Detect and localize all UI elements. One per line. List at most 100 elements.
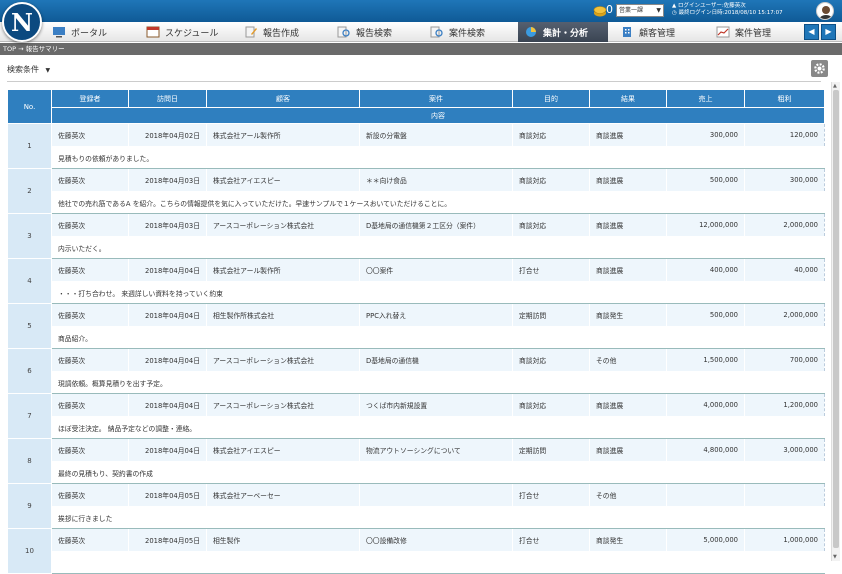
scroll-thumb[interactable] bbox=[833, 90, 839, 548]
cell-result: 商談発生 bbox=[589, 528, 667, 552]
col-header-content: 内容 bbox=[51, 107, 825, 124]
table-body: 1 佐藤英次 2018年04月02日 株式会社アール製作所 新設の分電盤 商談対応 商談進展… bbox=[7, 123, 825, 574]
cell-visit-date: 2018年04月05日 bbox=[128, 528, 207, 552]
cell-content: 内示いただく。 bbox=[51, 236, 825, 259]
nav-item-customer[interactable]: 顧客管理 bbox=[620, 22, 708, 42]
table-row-content[interactable]: 見積もりの依頼がありました。 bbox=[8, 146, 825, 169]
col-header-sales[interactable]: 売上 bbox=[666, 89, 745, 108]
cell-customer: 株式会社アイエスピー bbox=[206, 438, 360, 462]
table-row-content[interactable]: 挨拶に行きました bbox=[8, 506, 825, 529]
user-info: ▲ ログインユーザー:佐藤英次 ◷ 最終ログイン日時:2018/08/10 15… bbox=[672, 3, 783, 17]
cell-sales: 300,000 bbox=[666, 123, 745, 147]
avatar-icon bbox=[819, 6, 833, 19]
nav-next-button[interactable]: ▶ bbox=[821, 24, 836, 40]
cell-sales: 4,000,000 bbox=[666, 393, 745, 417]
nav-item-report-create[interactable]: 報告作成 bbox=[244, 22, 329, 42]
col-header-customer[interactable]: 顧客 bbox=[206, 89, 360, 108]
nav-label: 案件管理 bbox=[735, 28, 772, 39]
role-select[interactable]: 営業一課 ▼ bbox=[616, 4, 664, 17]
cell-customer: アースコーポレーション株式会社 bbox=[206, 348, 360, 372]
login-user: ログインユーザー:佐藤英次 bbox=[677, 3, 746, 9]
report-summary-table-wrap: No. 登録者 訪問日 顧客 案件 目的 結果 売上 粗利 内容 1 佐藤英次 20… bbox=[7, 89, 825, 574]
monitor-icon bbox=[53, 27, 65, 38]
nav-item-analytics[interactable]: 集計・分析 bbox=[518, 22, 608, 42]
cell-row-number: 1 bbox=[7, 123, 52, 169]
table-row-content[interactable]: 商品紹介。 bbox=[8, 326, 825, 349]
cell-profit: 40,000 bbox=[744, 258, 825, 282]
nav-prev-button[interactable]: ◀ bbox=[804, 24, 819, 40]
col-header-registrant[interactable]: 登録者 bbox=[51, 89, 129, 108]
table-row[interactable]: 8 佐藤英次 2018年04月04日 株式会社アイエスピー 物流アウトソーシングについて… bbox=[7, 438, 825, 484]
scroll-up-icon: ▲ bbox=[833, 83, 837, 89]
scroll-down-icon: ▼ bbox=[833, 554, 837, 560]
pie-chart-icon bbox=[526, 27, 536, 37]
cell-registrant: 佐藤英次 bbox=[51, 168, 129, 192]
nav-item-project-search[interactable]: 案件検索 bbox=[430, 22, 518, 42]
search-conditions-toggle[interactable]: 検索条件 ▼ bbox=[7, 64, 50, 75]
cell-result: 商談発生 bbox=[589, 303, 667, 327]
cell-visit-date: 2018年04月04日 bbox=[128, 438, 207, 462]
col-header-result[interactable]: 結果 bbox=[589, 89, 667, 108]
cell-row-number: 4 bbox=[7, 258, 52, 304]
nav-item-portal[interactable]: ポータル bbox=[52, 22, 140, 42]
col-header-purpose[interactable]: 目的 bbox=[512, 89, 590, 108]
breadcrumb: TOP → 報告サマリー bbox=[0, 43, 842, 55]
cell-profit: 700,000 bbox=[744, 348, 825, 372]
cell-result: 商談進展 bbox=[589, 258, 667, 282]
nav-label: 報告作成 bbox=[263, 28, 300, 39]
col-header-visit-date[interactable]: 訪問日 bbox=[128, 89, 207, 108]
settings-button[interactable] bbox=[811, 60, 828, 77]
divider bbox=[7, 81, 821, 82]
col-header-profit[interactable]: 粗利 bbox=[744, 89, 825, 108]
cell-project: D基地局の通信機第２工区分（案件） bbox=[359, 213, 513, 237]
col-header-project[interactable]: 案件 bbox=[359, 89, 513, 108]
table-row[interactable]: 1 佐藤英次 2018年04月02日 株式会社アール製作所 新設の分電盤 商談対応 商談進展… bbox=[7, 123, 825, 169]
table-row[interactable]: 2 佐藤英次 2018年04月03日 株式会社アイエスピー ＊＊向け食品 商談対応 商談進展… bbox=[7, 168, 825, 214]
table-row[interactable]: 9 佐藤英次 2018年04月05日 株式会社アーベーセー 打合せ その他 bbox=[7, 483, 825, 529]
table-row-content[interactable]: 最終の見積もり、契約書の作成 bbox=[8, 461, 825, 484]
table-row[interactable]: 3 佐藤英次 2018年04月03日 アースコーポレーション株式会社 D基地局の通信機第… bbox=[7, 213, 825, 259]
table-row[interactable]: 4 佐藤英次 2018年04月04日 株式会社アール製作所 〇〇案件 打合せ 商談進展 400… bbox=[7, 258, 825, 304]
nav-item-report-search[interactable]: 報告検索 bbox=[337, 22, 422, 42]
table-row-content[interactable] bbox=[8, 551, 825, 574]
calendar-icon bbox=[146, 26, 160, 38]
table-row-content[interactable]: ほぼ受注決定。 納品予定などの調整・連絡。 bbox=[8, 416, 825, 439]
table-row[interactable]: 10 佐藤英次 2018年04月05日 相生製作 〇〇設備改修 打合せ 商談発生 5,000,… bbox=[7, 528, 825, 574]
avatar[interactable] bbox=[816, 2, 834, 20]
table-row-content[interactable]: 内示いただく。 bbox=[8, 236, 825, 259]
cell-result: 商談進展 bbox=[589, 168, 667, 192]
vertical-scrollbar[interactable]: ▲ ▼ bbox=[831, 82, 840, 561]
nav-label: 案件検索 bbox=[449, 28, 486, 39]
cell-customer: 相生製作 bbox=[206, 528, 360, 552]
cell-content: ・・・打ち合わせ。 来週詳しい資料を持っていく約束 bbox=[51, 281, 825, 304]
cell-purpose: 定期訪問 bbox=[512, 438, 590, 462]
table-row[interactable]: 5 佐藤英次 2018年04月04日 相生製作所株式会社 PPC入れ替え 定期訪問 商談発生… bbox=[7, 303, 825, 349]
cell-content: 挨拶に行きました bbox=[51, 506, 825, 529]
cell-visit-date: 2018年04月04日 bbox=[128, 303, 207, 327]
cell-result: 商談進展 bbox=[589, 438, 667, 462]
nav-item-project-manage[interactable]: 案件管理 bbox=[716, 22, 802, 42]
table-row[interactable]: 7 佐藤英次 2018年04月04日 アースコーポレーション株式会社 つくば市内新規設置… bbox=[7, 393, 825, 439]
cell-visit-date: 2018年04月05日 bbox=[128, 483, 207, 507]
cell-visit-date: 2018年04月03日 bbox=[128, 213, 207, 237]
cell-profit: 2,000,000 bbox=[744, 213, 825, 237]
cell-purpose: 商談対応 bbox=[512, 348, 590, 372]
cell-sales: 500,000 bbox=[666, 168, 745, 192]
table-row[interactable]: 6 佐藤英次 2018年04月04日 アースコーポレーション株式会社 D基地局の通信機商… bbox=[7, 348, 825, 394]
table-row-content[interactable]: 現調依頼。概算見積りを出す予定。 bbox=[8, 371, 825, 394]
building-icon bbox=[623, 27, 631, 37]
table-row-content[interactable]: ・・・打ち合わせ。 来週詳しい資料を持っていく約束 bbox=[8, 281, 825, 304]
last-login: 最終ログイン日時:2018/08/10 15:17:07 bbox=[678, 10, 783, 16]
cell-content: 見積もりの依頼がありました。 bbox=[51, 146, 825, 169]
cell-visit-date: 2018年04月03日 bbox=[128, 168, 207, 192]
user-icon: ▲ bbox=[672, 3, 677, 9]
cell-result: 商談進展 bbox=[589, 213, 667, 237]
report-summary-table: No. 登録者 訪問日 顧客 案件 目的 結果 売上 粗利 内容 1 佐藤英次 20… bbox=[7, 89, 825, 574]
nav-item-schedule[interactable]: スケジュール bbox=[146, 22, 238, 42]
cell-profit bbox=[744, 483, 825, 507]
app-logo[interactable]: N bbox=[2, 2, 42, 42]
table-row-content[interactable]: 他社での売れ筋であるA を紹介。こちらの情報提供を気に入っていただけた。早速サン… bbox=[8, 191, 825, 214]
nav-label: ポータル bbox=[71, 28, 108, 39]
cell-customer: アースコーポレーション株式会社 bbox=[206, 213, 360, 237]
cell-registrant: 佐藤英次 bbox=[51, 348, 129, 372]
